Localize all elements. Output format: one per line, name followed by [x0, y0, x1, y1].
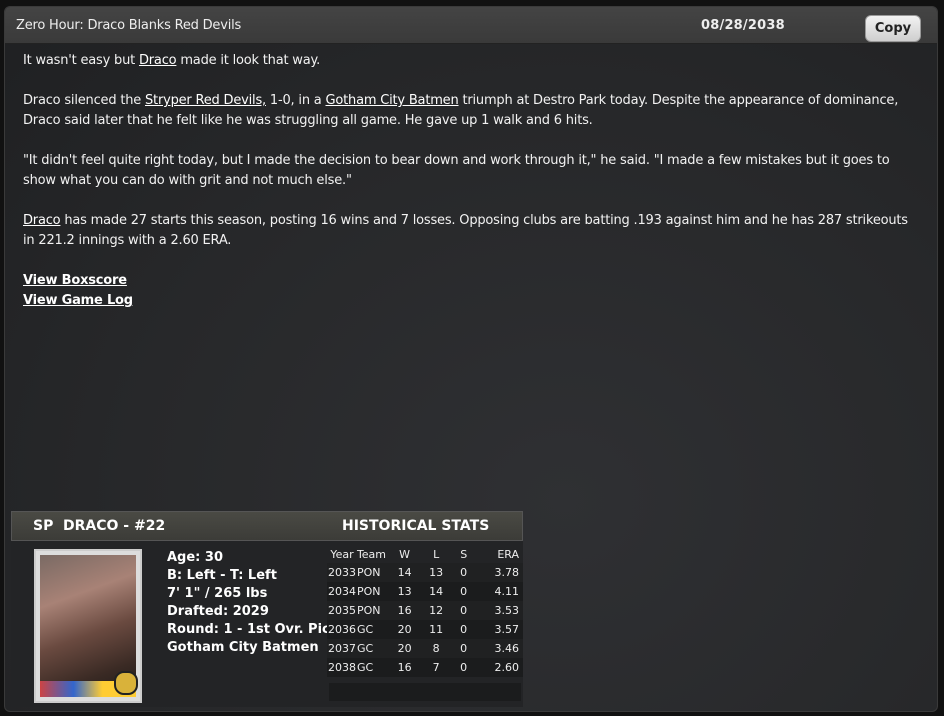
article-body: It wasn't easy but Draco made it look th… [23, 51, 923, 311]
view-game-log-link[interactable]: View Game Log [23, 291, 923, 311]
stats-row: 2038 GC 16 7 0 2.60 [327, 658, 523, 677]
player-drafted: Drafted: 2029 [167, 604, 269, 619]
cell-losses: 11 [422, 620, 450, 639]
text: 1-0, in a [265, 93, 326, 108]
news-window: Zero Hour: Draco Blanks Red Devils 08/28… [4, 6, 938, 712]
cell-team: GC [356, 658, 387, 677]
player-name[interactable]: DRACO - #22 [63, 518, 165, 534]
player-photo[interactable] [34, 549, 142, 703]
player-link[interactable]: Draco [139, 53, 177, 68]
cell-year: 2038 [327, 658, 357, 677]
cell-losses: 12 [422, 601, 450, 620]
player-bats-throws: B: Left - T: Left [167, 568, 277, 583]
team-link[interactable]: Gotham City Batmen [326, 93, 459, 108]
paragraph-3: "It didn't feel quite right today, but I… [23, 153, 890, 188]
cell-wins: 20 [386, 639, 423, 658]
cell-wins: 20 [386, 620, 423, 639]
cell-era: 3.53 [477, 601, 523, 620]
stats-row: 2034 PON 13 14 0 4.11 [327, 582, 523, 601]
cell-losses: 13 [422, 563, 450, 582]
text: Draco silenced the [23, 93, 145, 108]
cell-saves: 0 [449, 563, 478, 582]
col-losses: L [433, 547, 440, 561]
title-bar: Zero Hour: Draco Blanks Red Devils 08/28… [5, 7, 937, 44]
cell-wins: 16 [386, 601, 423, 620]
cell-year: 2036 [327, 620, 357, 639]
cell-wins: 13 [386, 582, 423, 601]
cell-era: 2.60 [477, 658, 523, 677]
article-links: View Boxscore View Game Log [23, 271, 923, 311]
cell-saves: 0 [449, 620, 478, 639]
cell-year: 2033 [327, 563, 357, 582]
cell-losses: 8 [422, 639, 450, 658]
stats-header-row: Year Team W L S ERA [327, 545, 523, 563]
col-wins: W [399, 547, 411, 561]
cell-wins: 16 [386, 658, 423, 677]
cell-era: 3.57 [477, 620, 523, 639]
player-photo-image [40, 555, 138, 697]
stats-row: 2036 GC 20 11 0 3.57 [327, 620, 523, 639]
team-logo-badge [114, 671, 138, 695]
stats-row: 2033 PON 14 13 0 3.78 [327, 563, 523, 582]
cell-wins: 14 [386, 563, 423, 582]
stats-footer-row [329, 683, 521, 701]
cell-year: 2037 [327, 639, 357, 658]
text: has made 27 starts this season, posting … [23, 213, 908, 248]
view-boxscore-link[interactable]: View Boxscore [23, 271, 923, 291]
col-era: ERA [497, 547, 519, 561]
cell-saves: 0 [449, 658, 478, 677]
player-position: SP [33, 518, 54, 534]
cell-team: PON [356, 563, 387, 582]
cell-team: GC [356, 639, 387, 658]
article-headline: Zero Hour: Draco Blanks Red Devils [16, 18, 242, 33]
player-team: Gotham City Batmen [167, 640, 319, 655]
text: It wasn't easy but [23, 53, 139, 68]
player-height-weight: 7' 1" / 265 lbs [167, 586, 268, 601]
cell-team: PON [356, 601, 387, 620]
player-draft-round: Round: 1 - 1st Ovr. Pick [167, 622, 339, 637]
historical-stats-label: HISTORICAL STATS [342, 518, 490, 534]
paragraph-4: Draco has made 27 starts this season, po… [23, 211, 923, 251]
cell-team: GC [356, 620, 387, 639]
cell-era: 3.78 [477, 563, 523, 582]
cell-era: 4.11 [477, 582, 523, 601]
paragraph-1: It wasn't easy but Draco made it look th… [23, 51, 923, 71]
cell-losses: 7 [422, 658, 450, 677]
player-link[interactable]: Draco [23, 213, 61, 228]
stats-row: 2037 GC 20 8 0 3.46 [327, 639, 523, 658]
player-card: SP DRACO - #22 HISTORICAL STATS Age: 30 … [11, 511, 523, 707]
player-age: Age: 30 [167, 550, 223, 565]
stats-row: 2035 PON 16 12 0 3.53 [327, 601, 523, 620]
cell-saves: 0 [449, 582, 478, 601]
cell-year: 2035 [327, 601, 357, 620]
historical-stats-table: Year Team W L S ERA 2033 PON 14 13 0 3.7… [327, 545, 523, 705]
player-card-header: SP DRACO - #22 HISTORICAL STATS [11, 511, 523, 541]
cell-saves: 0 [449, 601, 478, 620]
col-saves: S [460, 547, 468, 561]
player-bio: Age: 30 B: Left - T: Left 7' 1" / 265 lb… [167, 549, 338, 657]
player-card-body: Age: 30 B: Left - T: Left 7' 1" / 265 lb… [11, 541, 523, 707]
cell-saves: 0 [449, 639, 478, 658]
opponent-team-link[interactable]: Stryper Red Devils, [145, 93, 266, 108]
copy-button[interactable]: Copy [865, 15, 921, 42]
cell-year: 2034 [327, 582, 357, 601]
cell-team: PON [356, 582, 387, 601]
col-year: Year [330, 547, 354, 561]
text: made it look that way. [176, 53, 321, 68]
article-date: 08/28/2038 [701, 18, 785, 33]
cell-losses: 14 [422, 582, 450, 601]
paragraph-2: Draco silenced the Stryper Red Devils, 1… [23, 91, 923, 131]
cell-era: 3.46 [477, 639, 523, 658]
col-team: Team [356, 547, 387, 561]
